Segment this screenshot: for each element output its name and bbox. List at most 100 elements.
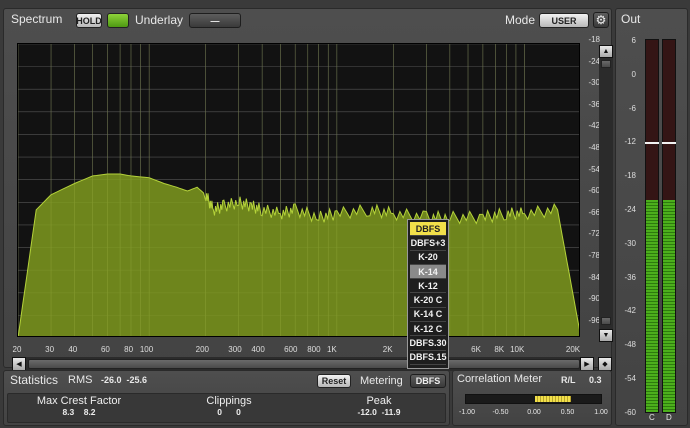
horizontal-scrollbar[interactable]: ◀ ▶	[12, 357, 594, 371]
rl-label: R/L	[561, 375, 576, 385]
out-tick-label: -18	[624, 171, 636, 181]
scroll-right-button[interactable]: ▶	[580, 357, 594, 371]
x-tick-label: 600	[284, 345, 298, 354]
x-tick-label: 6K	[471, 345, 481, 354]
correlation-tick-label: -0.50	[492, 409, 509, 416]
metering-dropdown[interactable]: DBFS DBFS+3 K-20 K-14 K-12 K-20 C K-14 C K-12 C…	[407, 219, 449, 369]
right-channel-meter	[662, 39, 676, 413]
y-tick-label: -54	[588, 164, 600, 174]
x-tick-label: 30	[45, 345, 55, 354]
output-meter-panel: Out 6 0 -6 -12 -18 -24 -30 -36 -42 -48 -54 -60 C D	[615, 8, 688, 426]
out-tick-label: -54	[624, 374, 636, 383]
y-tick-label: -66	[588, 207, 600, 217]
spectrum-plot	[17, 43, 580, 337]
mode-select[interactable]: USER	[539, 13, 589, 28]
x-tick-label: 300	[228, 345, 242, 354]
statistics-panel: Statistics RMS -26.0 -25.6 Reset Meterin…	[3, 370, 450, 426]
correlation-tick-label: -1.00	[459, 409, 475, 416]
metering-option[interactable]: K-12 C	[410, 322, 446, 337]
hold-button[interactable]: HOLD	[76, 13, 102, 28]
x-tick-label: 60	[100, 345, 110, 354]
x-tick-label: 8K	[494, 345, 505, 354]
y-tick-label: -72	[588, 229, 600, 239]
left-peak-hold	[645, 142, 659, 144]
metering-option[interactable]: K-14	[410, 264, 446, 280]
peak-label: Peak	[366, 395, 392, 407]
out-tick-label: -42	[624, 306, 636, 316]
scroll-up-button[interactable]: ▲	[599, 45, 613, 58]
y-tick-label: -60	[588, 186, 600, 196]
x-tick-label: 20	[12, 345, 22, 354]
y-tick-label: -36	[588, 99, 600, 109]
out-tick-label: -24	[624, 205, 636, 214]
x-tick-label: 800	[307, 345, 321, 354]
scroll-left-button[interactable]: ◀	[12, 357, 26, 371]
x-tick-label: 20K	[565, 345, 581, 354]
y-tick-label: -30	[588, 78, 600, 88]
correlation-title: Correlation Meter	[457, 373, 542, 385]
right-peak-hold	[662, 142, 676, 144]
y-tick-label: -48	[588, 143, 600, 152]
statistics-title: Statistics	[10, 373, 59, 387]
metering-option[interactable]: K-12	[410, 279, 446, 294]
x-tick-label: 40	[68, 345, 78, 354]
right-meter-level	[663, 199, 675, 412]
metering-option[interactable]: K-20 C	[410, 293, 446, 308]
vertical-scroll-thumb-bottom[interactable]	[601, 317, 611, 325]
reset-button[interactable]: Reset	[317, 374, 351, 388]
y-tick-label: -24	[588, 56, 600, 66]
y-tick-label: -84	[588, 272, 600, 282]
vertical-scrollbar[interactable]: ▲ ▼	[599, 45, 613, 342]
out-tick-label: -30	[624, 238, 636, 248]
horizontal-scroll-thumb[interactable]	[28, 359, 580, 369]
channel-label-right: D	[666, 413, 672, 422]
clippings-label: Clippings	[206, 395, 252, 407]
x-tick-label: 80	[124, 345, 134, 354]
out-tick-label: -12	[624, 137, 636, 147]
y-tick-label: -90	[588, 294, 600, 304]
metering-option[interactable]: DBFS+3	[410, 236, 446, 251]
hold-toggle[interactable]	[107, 13, 129, 28]
clippings-values: 0 0	[217, 407, 241, 417]
left-meter-level	[646, 199, 658, 412]
settings-gear-icon[interactable]: ⚙	[593, 12, 609, 28]
rl-value: 0.3	[589, 375, 602, 385]
out-tick-label: -48	[624, 340, 636, 350]
out-tick-label: -60	[624, 407, 636, 417]
correlation-panel: Correlation Meter R/L 0.3 -1.00 -0.50 0.00…	[452, 370, 612, 426]
spectrum-panel: Spectrum HOLD Underlay — Mode USER ⚙ -18…	[3, 8, 613, 371]
scroll-down-button[interactable]: ▼	[599, 329, 613, 342]
metering-option[interactable]: K-14 C	[410, 308, 446, 323]
out-tick-label: -36	[624, 272, 636, 282]
x-tick-label: 1K	[326, 345, 337, 354]
metering-option[interactable]: K-20	[410, 251, 446, 265]
vertical-scroll-thumb[interactable]	[601, 60, 611, 68]
x-tick-label: 10K	[510, 345, 525, 354]
left-channel-meter	[645, 39, 659, 413]
zoom-reset-diamond-icon[interactable]: ◆	[598, 357, 612, 371]
metering-label: Metering	[360, 375, 403, 387]
y-tick-label: -42	[588, 121, 600, 131]
metering-option[interactable]: DBFS.15	[410, 351, 447, 365]
underlay-select[interactable]: —	[189, 13, 241, 28]
peak-values: -12.0 -11.9	[357, 407, 401, 417]
out-tick-label: 0	[631, 69, 636, 79]
rms-label: RMS	[68, 374, 93, 386]
metering-select[interactable]: DBFS	[410, 374, 446, 388]
x-tick-label: 2K	[382, 345, 393, 354]
rms-values: -26.0 -25.6	[101, 375, 148, 385]
correlation-level	[535, 396, 571, 402]
correlation-tick-label: 1.00	[594, 409, 608, 416]
underlay-label: Underlay	[135, 13, 184, 27]
out-title: Out	[621, 12, 641, 26]
out-tick-label: 6	[631, 36, 636, 45]
mode-label: Mode	[505, 13, 536, 27]
max-crest-label: Max Crest Factor	[36, 395, 122, 407]
correlation-tick-label: 0.50	[560, 409, 575, 416]
correlation-tick-label: 0.00	[527, 409, 541, 416]
metering-option[interactable]: DBFS.30	[410, 336, 447, 351]
correlation-bar	[465, 394, 602, 404]
spectrum-chart	[18, 44, 579, 336]
metering-option[interactable]: DBFS	[410, 222, 446, 237]
out-tick-label: -6	[628, 103, 636, 113]
